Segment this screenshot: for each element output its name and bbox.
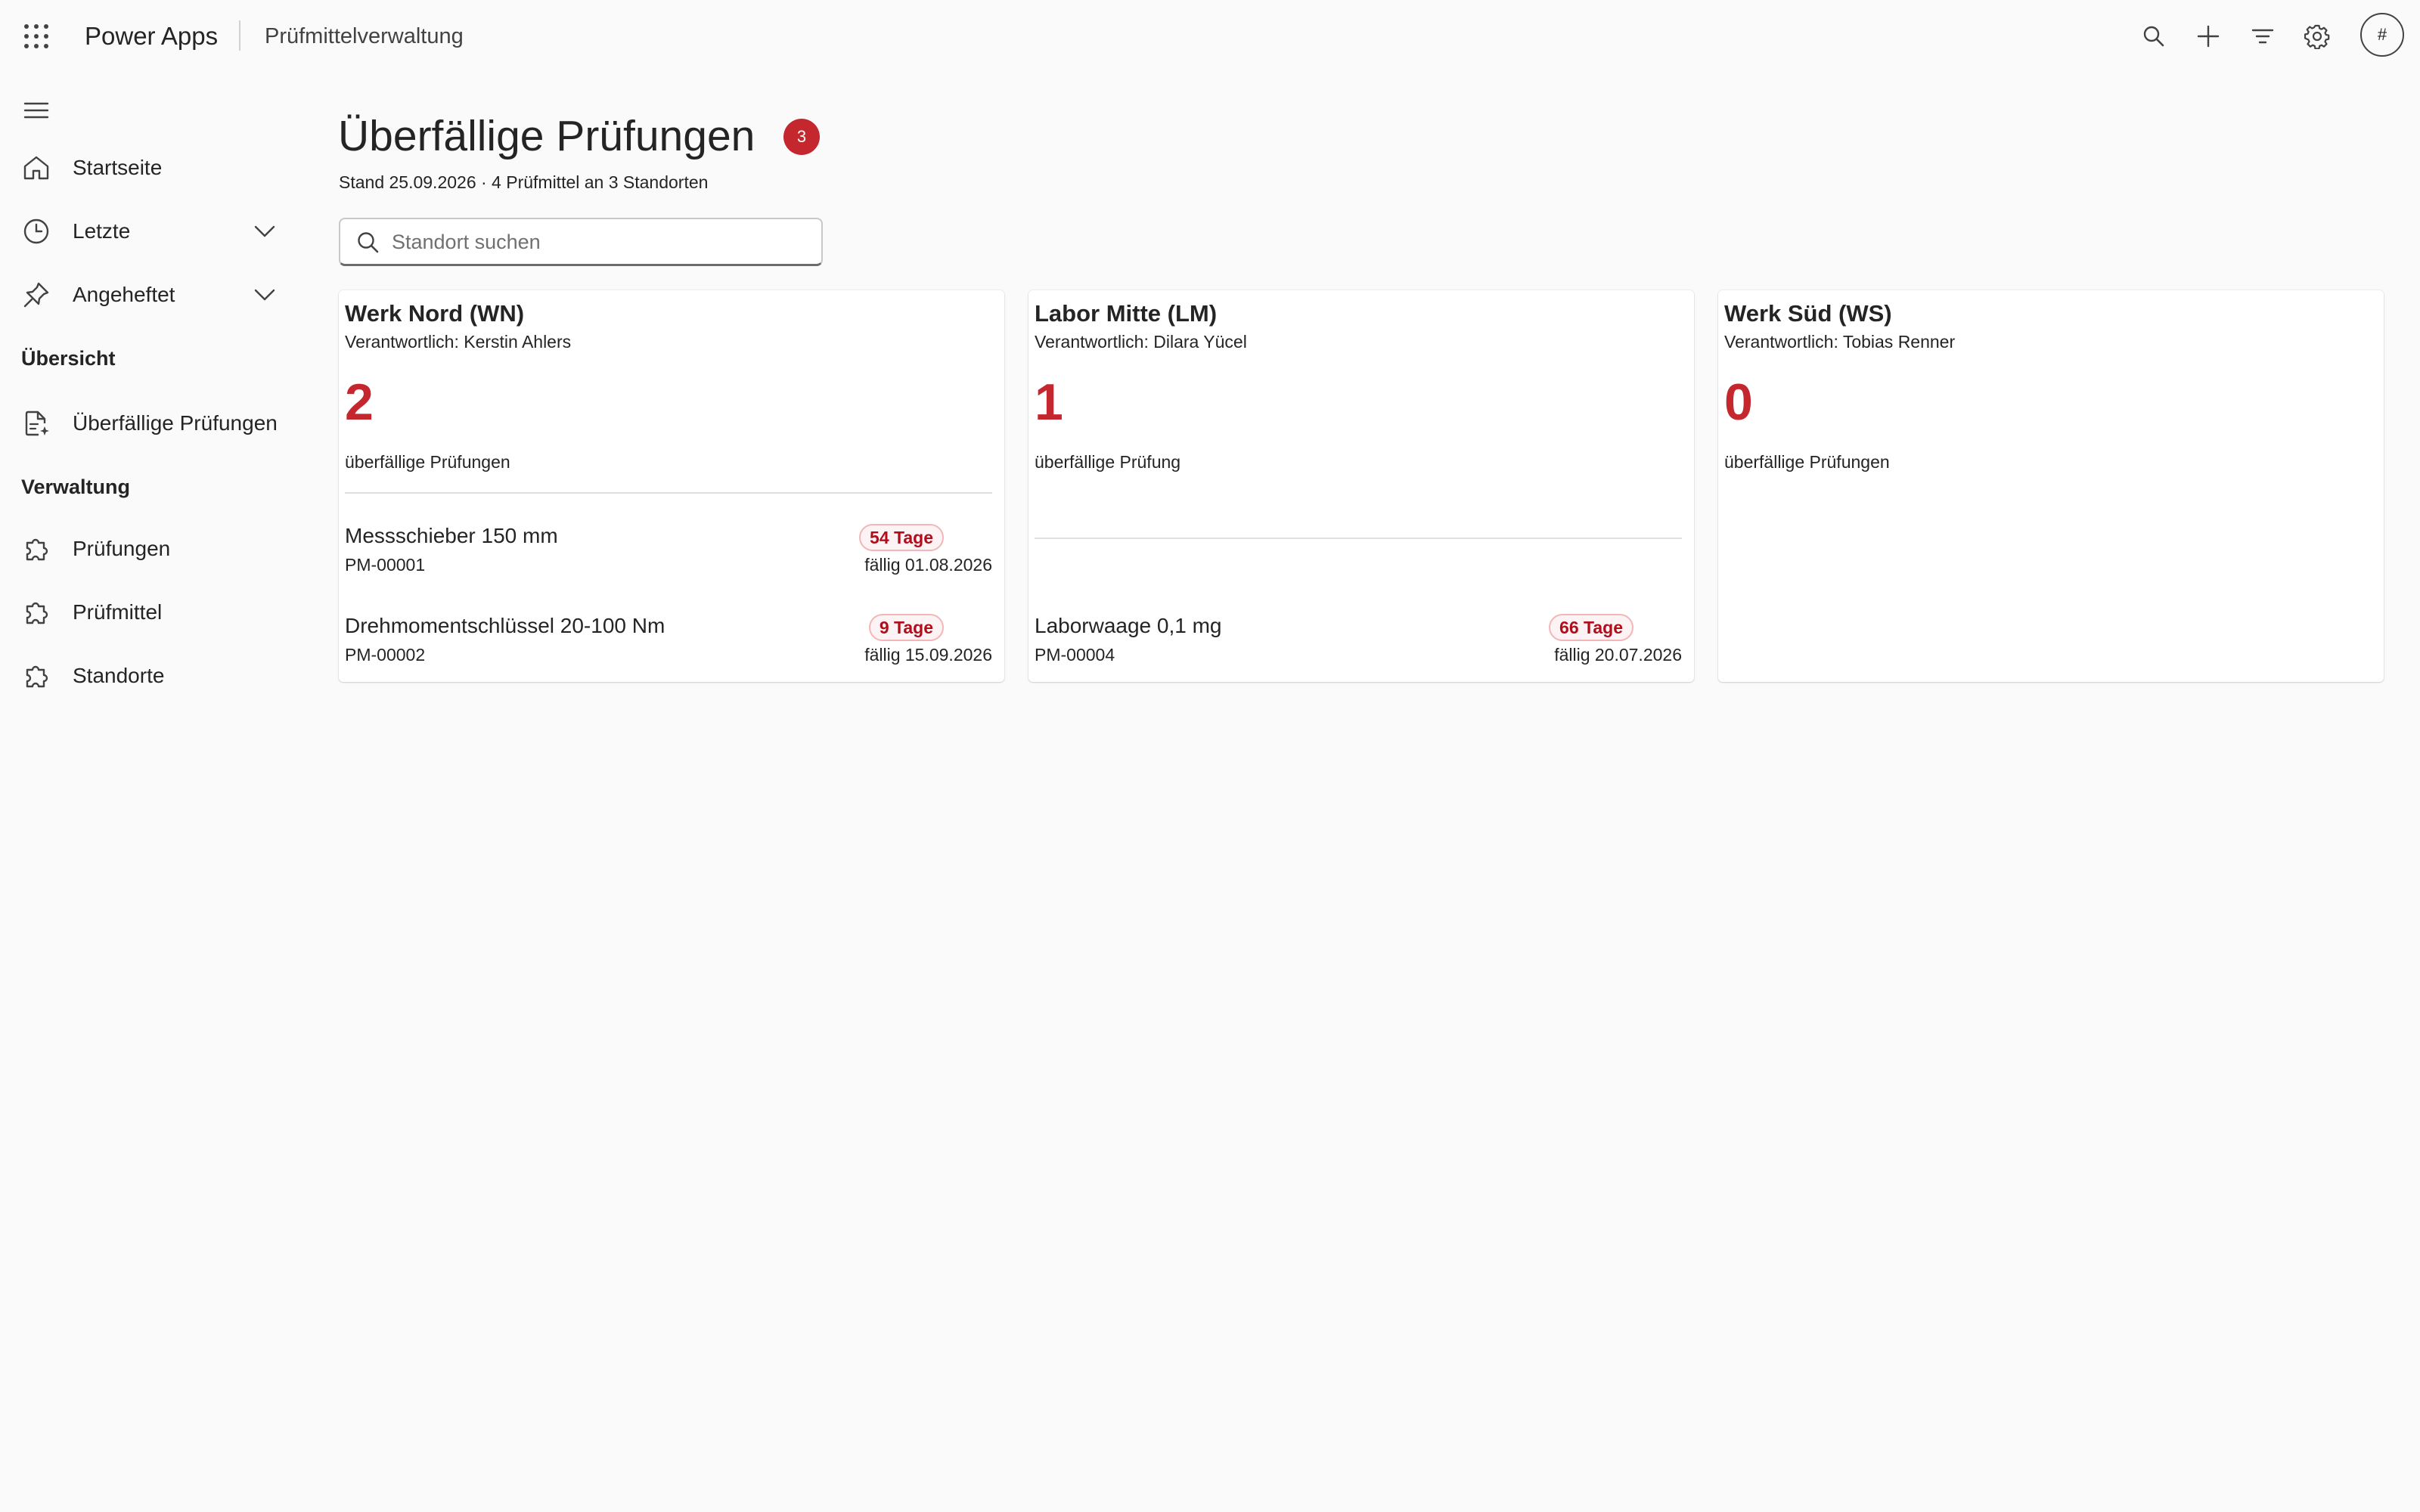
overdue-days-badge: 66 Tage xyxy=(1549,614,1634,641)
sidebar-item-ueberfaellige-pruefungen[interactable]: Überfällige Prüfungen xyxy=(0,396,295,451)
filter-icon xyxy=(2251,24,2275,48)
sidebar-item-label: Überfällige Prüfungen xyxy=(73,411,278,435)
sidebar-item-letzte[interactable]: Letzte xyxy=(0,204,295,259)
card-divider xyxy=(1035,538,1682,539)
sidebar-item-label: Angeheftet xyxy=(73,283,175,306)
sidebar-item-standorte[interactable]: Standorte xyxy=(0,649,295,703)
page-subtitle: Stand 25.09.2026 · 4 Prüfmittel an 3 Sta… xyxy=(339,172,709,192)
overdue-count: 2 xyxy=(345,373,374,431)
search-button[interactable] xyxy=(2137,20,2170,53)
overdue-count: 0 xyxy=(1724,373,1753,431)
home-icon xyxy=(21,153,51,183)
overdue-days-badge: 9 Tage xyxy=(868,614,944,641)
location-responsible: Verantwortlich: Dilara Yücel xyxy=(1035,332,1247,352)
app-title[interactable]: Prüfmittelverwaltung xyxy=(265,22,464,51)
pin-icon xyxy=(21,280,51,310)
sidebar-section-uebersicht: Übersicht xyxy=(21,347,116,370)
location-name: Werk Süd (WS) xyxy=(1724,300,1892,327)
location-card-lm[interactable]: Labor Mitte (LM) Verantwortlich: Dilara … xyxy=(1028,290,1694,682)
new-button[interactable] xyxy=(2192,20,2225,53)
top-bar: Power Apps Prüfmittelverwaltung # xyxy=(0,0,2420,73)
location-card-wn[interactable]: Werk Nord (WN) Verantwortlich: Kerstin A… xyxy=(339,290,1004,682)
sidebar-item-label: Startseite xyxy=(73,156,163,179)
plus-icon xyxy=(2196,24,2220,48)
sidebar-item-label: Standorte xyxy=(73,664,165,687)
document-sparkle-icon xyxy=(21,408,51,438)
sidebar-item-pruefmittel[interactable]: Prüfmittel xyxy=(0,585,295,640)
page-title: Überfällige Prüfungen xyxy=(338,112,755,160)
list-item[interactable]: Messschieber 150 mm PM-00001 54 Tage fäl… xyxy=(345,522,992,590)
puzzle-icon xyxy=(21,534,51,564)
sidebar-item-label: Letzte xyxy=(73,219,131,243)
item-id: PM-00001 xyxy=(345,555,426,575)
gear-icon xyxy=(2304,23,2330,49)
location-responsible: Verantwortlich: Kerstin Ahlers xyxy=(345,332,572,352)
sidebar-item-label: Prüfmittel xyxy=(73,600,163,624)
location-name: Labor Mitte (LM) xyxy=(1035,300,1218,327)
overdue-count-label: überfällige Prüfungen xyxy=(345,452,510,472)
location-name: Werk Nord (WN) xyxy=(345,300,525,327)
search-icon xyxy=(355,230,381,256)
overdue-count-label: überfällige Prüfung xyxy=(1035,452,1181,472)
overdue-count-label: überfällige Prüfungen xyxy=(1724,452,1890,472)
sidebar-item-pruefungen[interactable]: Prüfungen xyxy=(0,522,295,576)
card-divider xyxy=(345,492,992,494)
sidebar-section-verwaltung: Verwaltung xyxy=(21,476,131,498)
overdue-count: 1 xyxy=(1035,373,1063,431)
sidebar: Startseite Letzte Angeheftet Übersicht Ü… xyxy=(0,73,302,1512)
item-name: Drehmomentschlüssel 20-100 Nm xyxy=(345,614,666,637)
avatar[interactable]: # xyxy=(2360,13,2404,57)
sidebar-item-startseite[interactable]: Startseite xyxy=(0,141,295,195)
search-icon xyxy=(2142,24,2166,48)
puzzle-icon xyxy=(21,597,51,627)
clock-icon xyxy=(21,216,51,246)
due-date: fällig 20.07.2026 xyxy=(1554,645,1682,665)
item-name: Messschieber 150 mm xyxy=(345,524,558,547)
chevron-down-icon[interactable] xyxy=(251,218,278,245)
location-responsible: Verantwortlich: Tobias Renner xyxy=(1724,332,1956,352)
due-date: fällig 01.08.2026 xyxy=(864,555,992,575)
settings-button[interactable] xyxy=(2301,20,2334,53)
overdue-days-badge: 54 Tage xyxy=(859,524,944,551)
due-date: fällig 15.09.2026 xyxy=(864,645,992,665)
sidebar-item-angeheftet[interactable]: Angeheftet xyxy=(0,268,295,322)
puzzle-icon xyxy=(21,661,51,691)
location-card-ws[interactable]: Werk Süd (WS) Verantwortlich: Tobias Ren… xyxy=(1718,290,2384,682)
item-name: Laborwaage 0,1 mg xyxy=(1035,614,1222,637)
list-item[interactable]: Drehmomentschlüssel 20-100 Nm PM-00002 9… xyxy=(345,612,992,680)
app-launcher-icon[interactable] xyxy=(21,21,51,51)
search-box[interactable] xyxy=(339,218,823,266)
search-input[interactable] xyxy=(392,227,800,257)
overdue-count-badge: 3 xyxy=(783,119,820,155)
sidebar-item-label: Prüfungen xyxy=(73,537,171,560)
item-id: PM-00002 xyxy=(345,645,426,665)
chevron-down-icon[interactable] xyxy=(251,281,278,308)
app-name[interactable]: Power Apps xyxy=(85,21,218,51)
filter-button[interactable] xyxy=(2246,20,2279,53)
item-id: PM-00004 xyxy=(1035,645,1115,665)
header-divider xyxy=(239,20,240,51)
list-item[interactable]: Laborwaage 0,1 mg PM-00004 66 Tage fälli… xyxy=(1035,612,1682,680)
hamburger-menu-icon[interactable] xyxy=(21,95,51,125)
